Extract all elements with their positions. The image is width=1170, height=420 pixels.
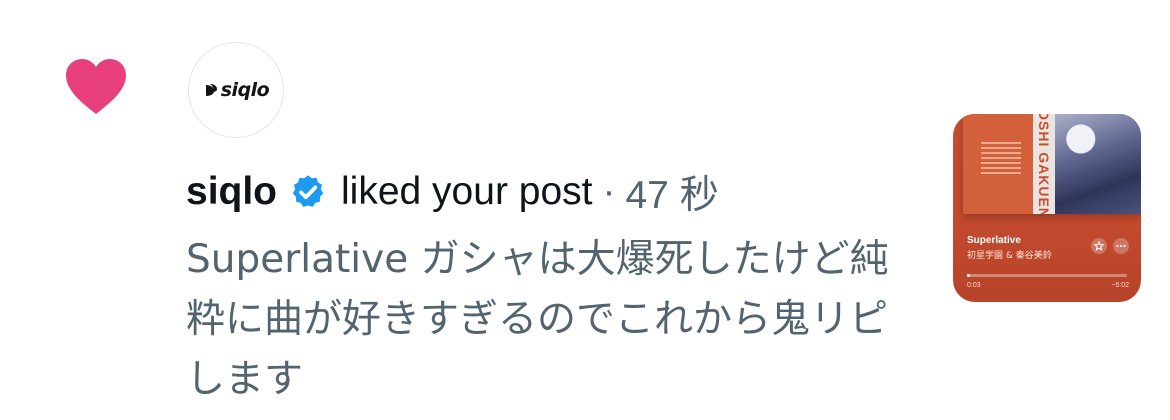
timestamp: 47 秒 bbox=[625, 174, 719, 217]
more-icon bbox=[1116, 244, 1126, 248]
track-artist: 初星学園 & 秦谷美鈴 bbox=[967, 251, 1052, 261]
heart-icon bbox=[66, 59, 126, 114]
notification-headline: siqlo liked your post · 47 秒 bbox=[186, 164, 719, 220]
post-text: Superlative ガシャは大爆死したけど純粋に曲が好きすぎるのでこれから鬼… bbox=[186, 237, 889, 402]
album-art: OSHI GAKUEN bbox=[963, 114, 1141, 214]
siqlo-logo-mark-icon bbox=[205, 84, 217, 96]
like-notification[interactable]: siqlo siqlo liked your post · 47 秒 Super… bbox=[0, 0, 1170, 420]
album-cover-panel bbox=[963, 114, 1033, 214]
avatar[interactable]: siqlo bbox=[188, 42, 284, 138]
action-text: liked your post bbox=[341, 170, 593, 213]
username[interactable]: siqlo bbox=[186, 170, 277, 214]
separator-dot: · bbox=[602, 170, 616, 213]
album-vertical-title: OSHI GAKUEN bbox=[1033, 114, 1055, 214]
verified-badge-icon bbox=[292, 175, 324, 207]
playback-progress-fill bbox=[967, 274, 971, 277]
tracklist-lines bbox=[981, 142, 1021, 177]
favorite-button[interactable] bbox=[1091, 238, 1107, 254]
album-illustration bbox=[1055, 114, 1141, 214]
post-thumbnail[interactable]: OSHI GAKUEN Superlative 初星学園 & 秦谷美鈴 0:03… bbox=[953, 114, 1141, 302]
track-title: Superlative bbox=[967, 235, 1021, 246]
remaining-time: −5:02 bbox=[1111, 282, 1129, 289]
avatar-logo-text: siqlo bbox=[220, 79, 270, 101]
elapsed-time: 0:03 bbox=[967, 282, 981, 289]
star-icon bbox=[1094, 241, 1104, 251]
playback-progress-bar[interactable] bbox=[967, 274, 1127, 277]
more-options-button[interactable] bbox=[1113, 238, 1129, 254]
